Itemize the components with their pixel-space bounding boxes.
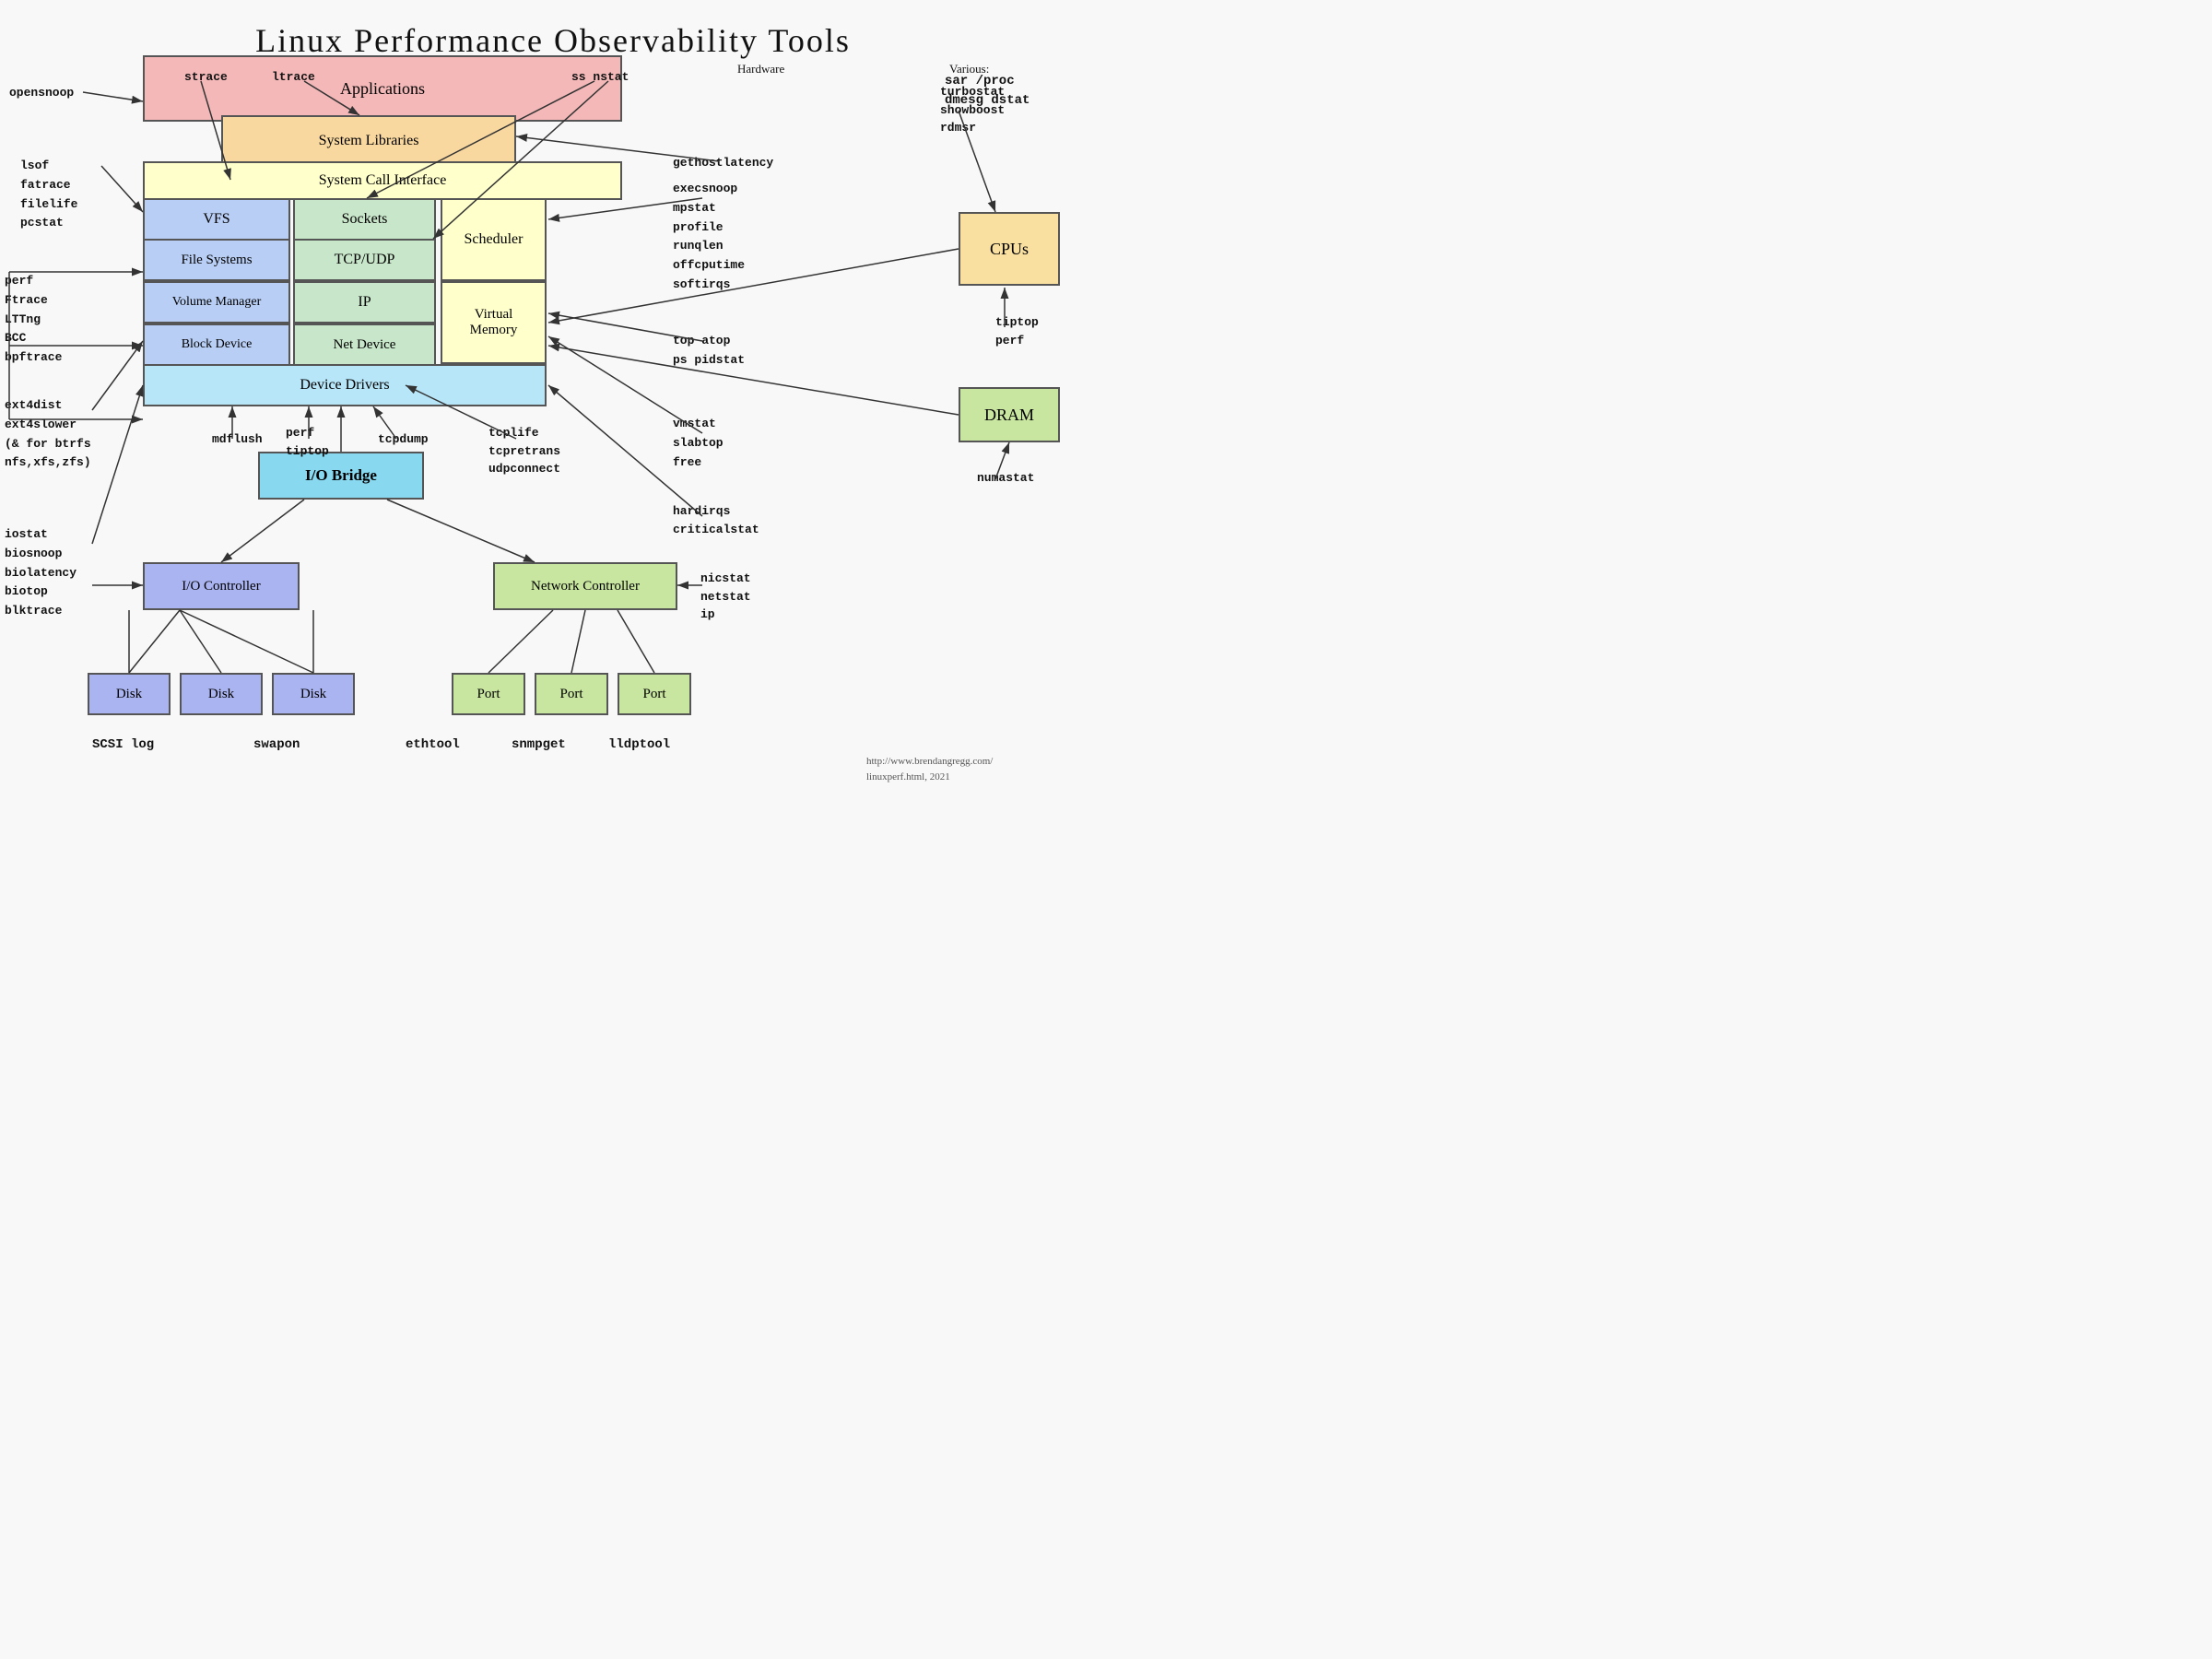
tool-execsnoop-group: execsnoopmpstatprofilerunqlenoffcputimes…	[673, 180, 745, 295]
tool-perf-tiptop: perftiptop	[286, 424, 329, 460]
tool-lldptool: lldptool	[608, 737, 670, 752]
box-port-2: Port	[535, 673, 608, 715]
layer-block-device: Block Device	[143, 324, 290, 366]
layer-device-drivers: Device Drivers	[143, 364, 547, 406]
layer-virtual-memory: VirtualMemory	[441, 281, 547, 364]
layer-sockets: Sockets	[293, 198, 436, 241]
tool-various-tools: sar /procdmesg dstat	[945, 72, 1030, 111]
tool-vmstat-group: vmstatslabtopfree	[673, 415, 724, 472]
tool-lsof-group: lsoffatracefilelifepcstat	[20, 157, 77, 233]
tool-numastat: numastat	[977, 470, 1034, 487]
tool-ethtool: ethtool	[406, 737, 460, 752]
tool-nicstat-group: nicstatnetstatip	[700, 570, 751, 624]
box-disk-1: Disk	[88, 673, 171, 715]
box-network-controller: Network Controller	[493, 562, 677, 610]
hardware-label: Hardware	[737, 60, 784, 78]
layer-io-bridge: I/O Bridge	[258, 452, 424, 500]
layer-system-libraries: System Libraries	[221, 115, 516, 166]
tool-ltrace: ltrace	[272, 69, 315, 86]
box-port-3: Port	[618, 673, 691, 715]
tool-opensnoop: opensnoop	[9, 85, 74, 101]
box-dram: DRAM	[959, 387, 1060, 442]
tool-perf-group: perfFtraceLTTngBCCbpftrace	[5, 272, 62, 368]
tool-tcp-group: tcplifetcpretransudpconnect	[488, 424, 560, 478]
tool-iostat-group: iostatbiosnoopbiolatencybiotopblktrace	[5, 525, 76, 621]
tool-swapon: swapon	[253, 737, 300, 752]
tool-tiptop-perf: tiptopperf	[995, 313, 1039, 349]
box-disk-2: Disk	[180, 673, 263, 715]
tool-ss-nstat: ss nstat	[571, 69, 629, 86]
tool-strace: strace	[184, 69, 228, 86]
tool-mdflush: mdflush	[212, 431, 263, 448]
tool-hardirqs-group: hardirqscriticalstat	[673, 502, 759, 538]
layer-volume-manager: Volume Manager	[143, 281, 290, 324]
layer-scheduler: Scheduler	[441, 198, 547, 281]
box-port-1: Port	[452, 673, 525, 715]
box-disk-3: Disk	[272, 673, 355, 715]
layer-system-call-interface: System Call Interface	[143, 161, 622, 200]
layer-vfs: VFS	[143, 198, 290, 241]
tool-gethostlatency: gethostlatency	[673, 155, 773, 171]
tool-top-group: top atopps pidstat	[673, 332, 745, 371]
box-cpus: CPUs	[959, 212, 1060, 286]
layer-ip: IP	[293, 281, 436, 324]
layer-applications: Applications	[143, 55, 622, 122]
diagram: Linux Performance Observability Tools Op…	[0, 0, 1106, 793]
tool-snmpget: snmpget	[512, 737, 566, 752]
layer-net-device: Net Device	[293, 324, 436, 366]
tool-scsi-log: SCSI log	[92, 737, 154, 752]
tool-tcpdump: tcpdump	[378, 431, 429, 448]
layer-file-systems: File Systems	[143, 239, 290, 281]
box-io-controller: I/O Controller	[143, 562, 300, 610]
tool-ext4-group: ext4distext4slower(& for btrfsnfs,xfs,zf…	[5, 396, 91, 473]
layer-tcp-udp: TCP/UDP	[293, 239, 436, 281]
website-label: http://www.brendangregg.com/linuxperf.ht…	[866, 754, 993, 784]
